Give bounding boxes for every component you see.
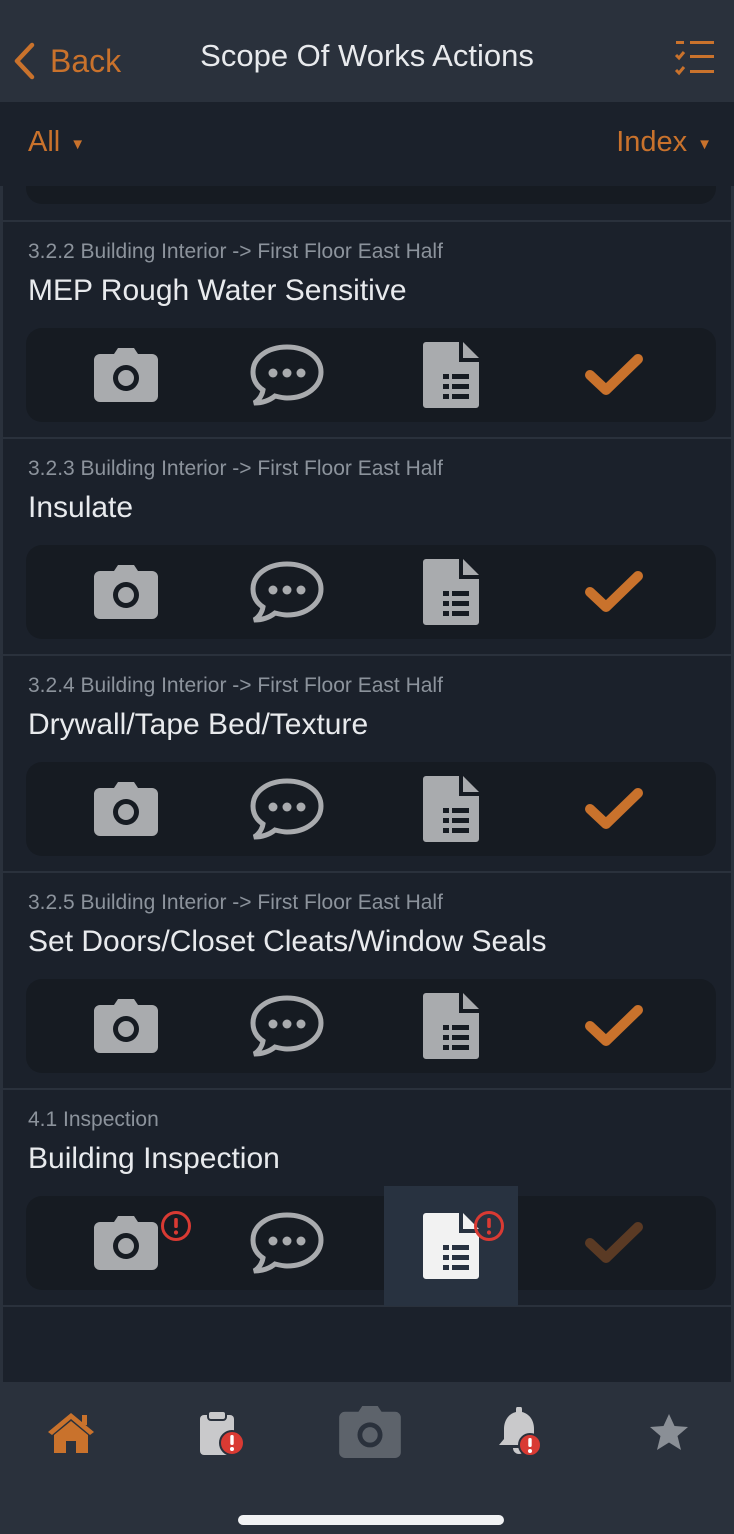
- comment-button[interactable]: [220, 1196, 354, 1290]
- action-row: [26, 328, 716, 422]
- camera-icon: [94, 782, 158, 836]
- complete-button[interactable]: [547, 545, 681, 639]
- filter-all-label: All: [28, 126, 61, 158]
- document-button[interactable]: [384, 328, 518, 422]
- comment-icon: [250, 995, 324, 1057]
- item-breadcrumb: 3.2.4 Building Interior -> First Floor E…: [28, 674, 443, 697]
- document-button[interactable]: [384, 762, 518, 856]
- complete-button[interactable]: [547, 328, 681, 422]
- camera-icon: [94, 565, 158, 619]
- caret-down-icon: ▼: [70, 136, 86, 153]
- list-item: 3.2.4 Building Interior -> First Floor E…: [0, 656, 734, 873]
- document-list-icon: [423, 559, 479, 625]
- partial-action-row: [26, 186, 716, 204]
- document-button[interactable]: [384, 545, 518, 639]
- camera-icon: [94, 1216, 158, 1270]
- alert-icon: [474, 1211, 504, 1241]
- camera-button[interactable]: [59, 328, 193, 422]
- bottom-tab-bar: [0, 1382, 734, 1534]
- document-list-icon: [423, 776, 479, 842]
- bell-icon: [499, 1407, 542, 1457]
- list-item: 3.2.2 Building Interior -> First Floor E…: [0, 222, 734, 439]
- checkmark-icon: [585, 354, 643, 395]
- comment-button[interactable]: [220, 979, 354, 1073]
- document-button-selected[interactable]: [384, 1186, 518, 1306]
- item-breadcrumb: 3.2.2 Building Interior -> First Floor E…: [28, 240, 443, 263]
- complete-button[interactable]: [547, 762, 681, 856]
- nav-header: Back Scope Of Works Actions: [0, 0, 734, 102]
- tab-tasks[interactable]: [176, 1400, 266, 1464]
- page-title: Scope Of Works Actions: [200, 38, 534, 73]
- star-icon: [650, 1414, 688, 1450]
- action-row: [26, 762, 716, 856]
- actions-list[interactable]: 3.2.2 Building Interior -> First Floor E…: [0, 186, 734, 1382]
- home-indicator: [238, 1515, 504, 1525]
- sort-index-label: Index: [616, 126, 688, 158]
- document-button[interactable]: [384, 979, 518, 1073]
- tab-home[interactable]: [26, 1400, 116, 1464]
- item-title: Building Inspection: [28, 1142, 280, 1175]
- tab-camera[interactable]: [325, 1400, 415, 1464]
- comment-icon: [250, 344, 324, 406]
- complete-button[interactable]: [547, 979, 681, 1073]
- comment-icon: [250, 561, 324, 623]
- comment-icon: [250, 1212, 324, 1274]
- camera-button[interactable]: [59, 1196, 193, 1290]
- camera-button[interactable]: [59, 762, 193, 856]
- document-list-icon: [423, 342, 479, 408]
- list-item: 3.2.3 Building Interior -> First Floor E…: [0, 439, 734, 656]
- item-breadcrumb: 3.2.5 Building Interior -> First Floor E…: [28, 891, 443, 914]
- comment-icon: [250, 778, 324, 840]
- action-row: [26, 1186, 716, 1306]
- item-breadcrumb: 4.1 Inspection: [28, 1108, 159, 1131]
- tab-notifications[interactable]: [474, 1400, 564, 1464]
- comment-button[interactable]: [220, 545, 354, 639]
- checkmark-icon: [585, 1005, 643, 1046]
- complete-button-disabled[interactable]: [547, 1196, 681, 1290]
- caret-down-icon: ▼: [697, 136, 712, 153]
- comment-button[interactable]: [220, 328, 354, 422]
- tab-favorites[interactable]: [624, 1400, 714, 1464]
- home-icon: [48, 1413, 94, 1453]
- item-title: MEP Rough Water Sensitive: [28, 274, 407, 307]
- action-row: [26, 545, 716, 639]
- item-title: Insulate: [28, 491, 134, 524]
- comment-button[interactable]: [220, 762, 354, 856]
- document-list-icon: [423, 993, 479, 1059]
- item-breadcrumb: 3.2.3 Building Interior -> First Floor E…: [28, 457, 443, 480]
- camera-icon: [94, 348, 158, 402]
- checklist-icon: [674, 41, 714, 76]
- camera-button[interactable]: [59, 545, 193, 639]
- action-row: [26, 979, 716, 1073]
- document-list-icon: [423, 1213, 479, 1279]
- filter-all-dropdown[interactable]: All ▼: [28, 126, 85, 159]
- camera-icon: [339, 1406, 401, 1458]
- camera-icon: [94, 999, 158, 1053]
- checklist-button[interactable]: [674, 38, 716, 80]
- list-item: 3.2.5 Building Interior -> First Floor E…: [0, 873, 734, 1090]
- checkmark-icon: [585, 788, 643, 829]
- item-title: Drywall/Tape Bed/Texture: [28, 708, 369, 741]
- alert-icon: [161, 1211, 191, 1241]
- checkmark-icon: [585, 571, 643, 612]
- checkmark-icon: [585, 1222, 643, 1263]
- list-item: 4.1 Inspection Building Inspection: [0, 1090, 734, 1307]
- item-title: Set Doors/Closet Cleats/Window Seals: [28, 925, 547, 958]
- filter-bar: All ▼ Index ▼: [0, 102, 734, 186]
- clipboard-icon: [200, 1410, 245, 1456]
- sort-index-dropdown[interactable]: Index ▼: [616, 126, 712, 159]
- camera-button[interactable]: [59, 979, 193, 1073]
